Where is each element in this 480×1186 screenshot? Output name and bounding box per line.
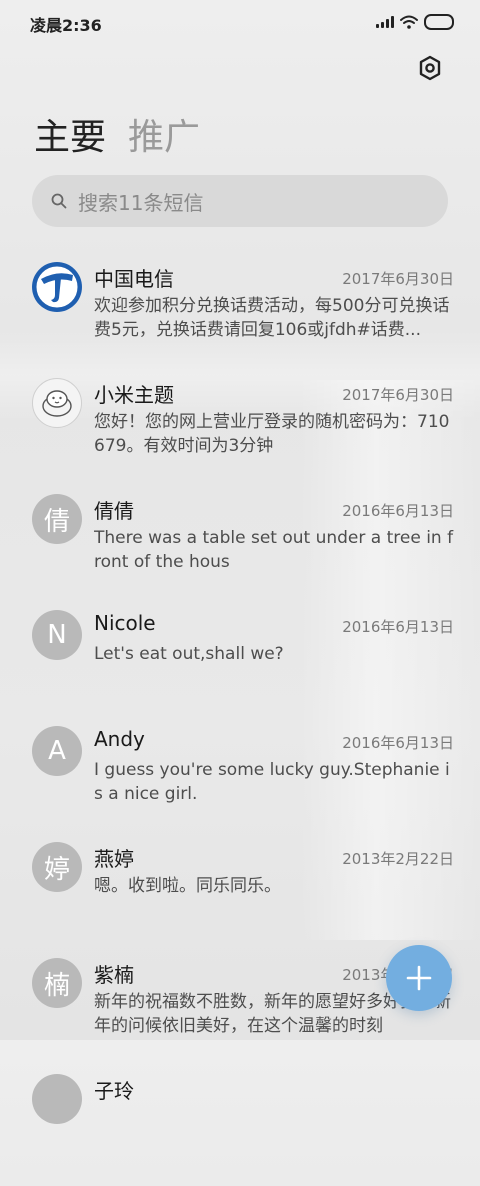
signal-icon — [376, 16, 394, 28]
message-date: 2016年6月13日 — [342, 734, 454, 752]
sender-name: 燕婷 — [94, 847, 134, 871]
sender-name: 小米主题 — [94, 383, 174, 407]
message-preview: 欢迎参加积分兑换话费活动，每500分可兑换话费5元，兑换话费请回复106或jfd… — [94, 296, 450, 340]
message-preview: 您好！您的网上营业厅登录的随机密码为：710679。有效时间为3分钟 — [94, 412, 450, 456]
avatar: 婷 — [32, 842, 82, 892]
compose-button[interactable] — [386, 945, 452, 1011]
message-preview: Let's eat out,shall we? — [94, 644, 284, 664]
mi-theme-logo — [42, 390, 72, 417]
sender-name: Nicole — [94, 611, 156, 635]
message-item[interactable]: N Nicole 2016年6月13日 Let's eat out,shall … — [0, 606, 480, 722]
status-time: 凌晨2:36 — [30, 16, 102, 35]
message-date: 2017年6月30日 — [342, 386, 454, 404]
tab-promotions[interactable]: 推广 — [128, 108, 200, 160]
settings-button[interactable] — [414, 52, 446, 84]
sender-name: 倩倩 — [94, 499, 134, 523]
status-bar: 凌晨2:36 — [0, 0, 480, 44]
avatar: 倩 — [32, 494, 82, 544]
message-item[interactable]: 婷 燕婷 2013年2月22日 嗯。收到啦。同乐同乐。 — [0, 838, 480, 954]
avatar — [32, 262, 82, 312]
gear-icon — [419, 55, 441, 81]
plus-icon — [406, 965, 432, 991]
message-date: 2013年2月22日 — [342, 850, 454, 868]
message-preview: I guess you're some lucky guy.Stephanie … — [94, 760, 450, 804]
sender-name: 紫楠 — [94, 963, 134, 987]
sender-name: 子玲 — [94, 1079, 134, 1103]
avatar: 楠 — [32, 958, 82, 1008]
tab-primary[interactable]: 主要 — [34, 108, 106, 160]
tab-bar: 主要 推广 — [34, 108, 200, 160]
status-icons — [376, 14, 454, 30]
sender-name: 中国电信 — [94, 267, 174, 291]
search-placeholder: 搜索11条短信 — [78, 190, 204, 215]
search-input[interactable]: 搜索11条短信 — [32, 175, 448, 227]
battery-icon — [424, 14, 454, 30]
message-item[interactable]: 小米主题 2017年6月30日 您好！您的网上营业厅登录的随机密码为：71067… — [0, 374, 480, 490]
message-item[interactable]: 子玲 — [0, 1070, 480, 1186]
wifi-icon — [400, 15, 418, 29]
message-preview: There was a table set out under a tree i… — [94, 528, 454, 572]
avatar — [32, 378, 82, 428]
avatar: A — [32, 726, 82, 776]
search-icon — [50, 192, 68, 210]
message-item[interactable]: A Andy 2016年6月13日 I guess you're some lu… — [0, 722, 480, 838]
message-preview: 嗯。收到啦。同乐同乐。 — [94, 876, 281, 896]
message-date: 2017年6月30日 — [342, 270, 454, 288]
avatar: N — [32, 610, 82, 660]
china-telecom-logo — [32, 262, 82, 312]
avatar — [32, 1074, 82, 1124]
message-item[interactable]: 中国电信 2017年6月30日 欢迎参加积分兑换话费活动，每500分可兑换话费5… — [0, 258, 480, 374]
sender-name: Andy — [94, 727, 145, 751]
message-date: 2016年6月13日 — [342, 618, 454, 636]
message-date: 2016年6月13日 — [342, 502, 454, 520]
message-item[interactable]: 倩 倩倩 2016年6月13日 There was a table set ou… — [0, 490, 480, 606]
message-list: 中国电信 2017年6月30日 欢迎参加积分兑换话费活动，每500分可兑换话费5… — [0, 258, 480, 1186]
